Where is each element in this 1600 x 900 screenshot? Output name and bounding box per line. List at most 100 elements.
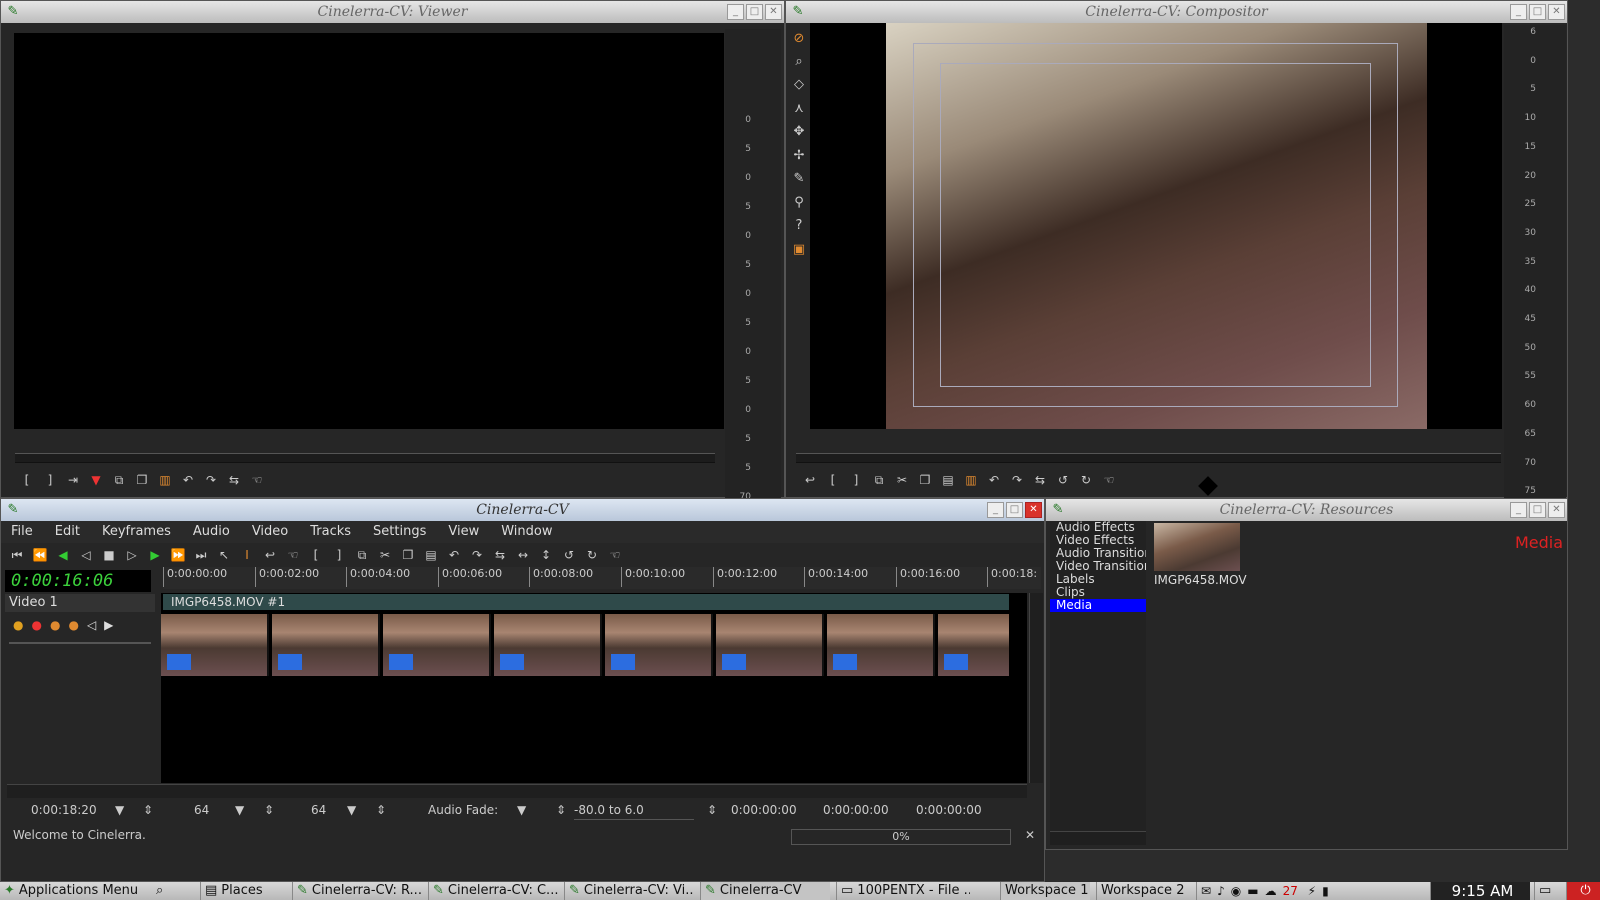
viewer-titlebar[interactable]: ✎ Cinelerra-CV: Viewer _ □ ✕ [1,1,784,23]
maximize-button[interactable]: □ [1529,502,1546,518]
amp-zoom-field[interactable]: 64 [311,801,326,819]
play-reverse-icon[interactable]: ◀ [53,545,73,565]
length-dropdown-icon[interactable]: ▼ [115,801,124,819]
menu-settings[interactable]: Settings [373,521,426,543]
menu-edit[interactable]: Edit [55,521,80,543]
bluetooth-icon[interactable]: ▮ [1322,884,1335,898]
paste-icon[interactable]: ▤ [421,545,441,565]
to-clip-icon[interactable]: ⧉ [869,470,889,490]
compositor-titlebar[interactable]: ✎ Cinelerra-CV: Compositor _ □ ✕ [786,1,1567,23]
folder-labels[interactable]: Labels [1050,573,1146,586]
places-button[interactable]: ▤ Places [200,882,280,900]
splice-icon[interactable]: ⇥ [63,470,83,490]
play-track-icon[interactable]: ● [13,618,23,632]
prev-label-icon[interactable]: ↶ [984,470,1004,490]
network-icon[interactable]: ◉ [1231,884,1247,898]
task-cinelerra[interactable]: ✎ Cinelerra-CV [700,882,830,900]
task-resources[interactable]: ✎ Cinelerra-CV: R... [292,882,422,900]
viewer-canvas[interactable] [14,33,724,429]
help-icon[interactable]: ? [789,216,809,236]
clip-thumbnails[interactable] [161,614,1009,676]
fit-icon[interactable]: ↔ [513,545,533,565]
to-clip-icon[interactable]: ⧉ [109,470,129,490]
close-button[interactable]: ✕ [1025,502,1042,518]
maximize-button[interactable]: □ [1006,502,1023,518]
selection-start-field[interactable]: 0:00:00:00 [731,801,797,819]
weather-icon[interactable]: ☁ [1265,884,1283,898]
minimize-button[interactable]: _ [727,4,744,20]
vertical-scrollbar[interactable] [1029,593,1043,783]
power-manager-icon[interactable]: ⚡ [1308,884,1322,898]
clip-titlebar[interactable]: IMGP6458.MOV #1 [163,594,1009,610]
workspace-1[interactable]: Workspace 1 [1000,882,1090,900]
folder-video-effects[interactable]: Video Effects [1050,534,1146,547]
fader-slider[interactable] [9,642,151,644]
expand-icon[interactable]: ↕ [536,545,556,565]
close-button[interactable]: ✕ [1548,502,1565,518]
mark-in-icon[interactable]: [ [823,470,843,490]
task-compositor[interactable]: ✎ Cinelerra-CV: C... [428,882,558,900]
cut-icon[interactable]: ✂ [375,545,395,565]
asset-thumbnail[interactable] [1154,523,1240,571]
mark-out-icon[interactable]: ] [846,470,866,490]
menu-audio[interactable]: Audio [193,521,230,543]
show-desktop-icon[interactable]: ▭ [1534,882,1564,900]
menu-file[interactable]: File [11,521,33,543]
frame-back-icon[interactable]: ◁ [76,545,96,565]
main-titlebar[interactable]: ✎ Cinelerra-CV _ □ ✕ [1,499,1044,521]
cancel-progress-icon[interactable]: ✕ [1025,826,1035,844]
minimize-button[interactable]: _ [1510,502,1527,518]
length-stepper[interactable]: ⇕ [143,801,153,819]
volume-icon[interactable]: ♪ [1217,884,1231,898]
label-icon[interactable]: ▥ [155,470,175,490]
minimize-button[interactable]: _ [1510,4,1527,20]
sample-zoom-stepper[interactable]: ⇕ [264,801,274,819]
length-field[interactable]: 0:00:18:20 [31,801,121,819]
workspace-2[interactable]: Workspace 2 [1096,882,1186,900]
undo-icon[interactable]: ↺ [1053,470,1073,490]
ruler-icon[interactable]: ⋏ [789,99,809,119]
amp-zoom-dropdown-icon[interactable]: ▼ [347,801,356,819]
goto-end-icon[interactable]: ⏭ [191,545,211,565]
search-icon[interactable]: ⌕ [152,882,182,900]
goto-icon[interactable]: ⇆ [224,470,244,490]
cut-icon[interactable]: ✂ [892,470,912,490]
amp-zoom-stepper[interactable]: ⇕ [376,801,386,819]
maximize-button[interactable]: □ [746,4,763,20]
mail-icon[interactable]: ✉ [1201,884,1217,898]
keyframe-diamond-icon[interactable] [1198,476,1218,496]
zoom-icon[interactable]: ⌕ [789,52,809,72]
copy-icon[interactable]: ❐ [398,545,418,565]
calendar-icon[interactable]: 27 [1283,884,1298,898]
frame-forward-icon[interactable]: ▷ [122,545,142,565]
maximize-button[interactable]: □ [1529,4,1546,20]
prev-label-icon[interactable]: ↶ [178,470,198,490]
mask-icon[interactable]: ◇ [789,75,809,95]
fast-rewind-icon[interactable]: ⏪ [30,545,50,565]
protect-icon[interactable]: ⊘ [789,29,809,49]
track-name-field[interactable]: Video 1 [5,594,155,612]
eyedropper-icon[interactable]: ⚲ [789,193,809,213]
applications-menu-button[interactable]: ✦ Applications Menu [0,882,150,900]
projector-icon[interactable]: ✢ [789,146,809,166]
redo-icon[interactable]: ↻ [1076,470,1096,490]
rewind-start-icon[interactable]: ⏮ [7,545,27,565]
hand-icon[interactable]: ☜ [283,545,303,565]
next-label-icon[interactable]: ↷ [467,545,487,565]
draw-icon[interactable]: ● [68,618,78,632]
sample-zoom-dropdown-icon[interactable]: ▼ [235,801,244,819]
stop-icon[interactable]: ■ [99,545,119,565]
close-button[interactable]: ✕ [765,4,782,20]
menu-view[interactable]: View [448,521,479,543]
redo-icon[interactable]: ↻ [582,545,602,565]
fast-forward-icon[interactable]: ⏩ [168,545,188,565]
arrow-mode-icon[interactable]: ↖ [214,545,234,565]
record-track-icon[interactable]: ● [31,618,41,632]
timeline-ruler[interactable]: 0:00:00:00 0:00:02:00 0:00:04:00 0:00:06… [163,567,1041,589]
to-clip-icon[interactable]: ⧉ [352,545,372,565]
folder-audio-effects[interactable]: Audio Effects [1050,521,1146,534]
camera-icon[interactable]: ✥ [789,122,809,142]
next-label-icon[interactable]: ↷ [201,470,221,490]
gang-icon[interactable]: ● [50,618,60,632]
goto-icon[interactable]: ↩ [260,545,280,565]
